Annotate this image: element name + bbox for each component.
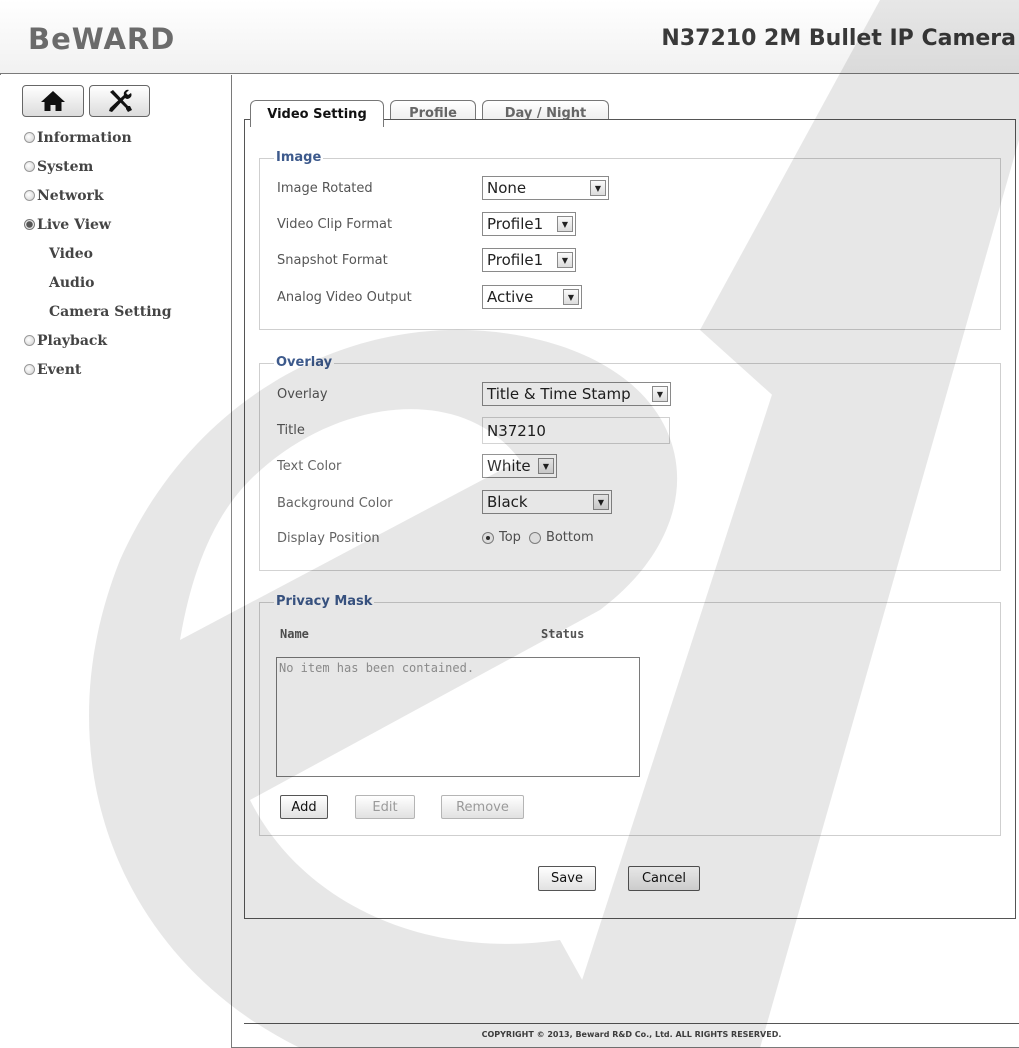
edit-button[interactable]: Edit xyxy=(355,795,415,819)
sidebar-item-label: Live View xyxy=(37,216,111,233)
sidebar-item-label: Event xyxy=(37,361,82,378)
sidebar-item-label: System xyxy=(37,158,94,175)
sidebar-subitem-camera-setting[interactable]: Camera Setting xyxy=(24,297,172,326)
sidebar-item-system[interactable]: System xyxy=(24,152,172,181)
chevron-down-icon: ▼ xyxy=(652,386,668,402)
chevron-down-icon: ▼ xyxy=(557,252,573,268)
sidebar: Information System Network Live View Vid… xyxy=(0,75,232,1048)
column-header-name: Name xyxy=(280,627,309,641)
chevron-down-icon: ▼ xyxy=(557,216,573,232)
brand-logo-text: BeWARD xyxy=(28,22,176,56)
sidebar-nav: Information System Network Live View Vid… xyxy=(24,123,172,384)
bullet-icon xyxy=(24,132,35,143)
image-rotated-label: Image Rotated xyxy=(277,181,373,196)
bullet-icon xyxy=(24,335,35,346)
select-value: Profile1 xyxy=(487,215,544,233)
display-position-options: Top Bottom xyxy=(482,530,594,545)
sidebar-subitem-audio[interactable]: Audio xyxy=(24,268,172,297)
video-clip-format-label: Video Clip Format xyxy=(277,217,393,232)
image-group: Image Image Rotated None ▼ Video Clip Fo… xyxy=(259,150,1001,330)
select-value: Title & Time Stamp xyxy=(487,385,631,403)
column-header-status: Status xyxy=(541,627,585,641)
overlay-legend: Overlay xyxy=(274,355,335,370)
image-legend: Image xyxy=(274,150,324,165)
select-value: Active xyxy=(487,288,534,306)
sidebar-item-label: Playback xyxy=(37,332,108,349)
position-top-label: Top xyxy=(499,530,521,545)
chevron-down-icon: ▼ xyxy=(590,180,606,196)
home-icon xyxy=(41,91,65,111)
snapshot-format-select[interactable]: Profile1 ▼ xyxy=(482,248,576,272)
cancel-button[interactable]: Cancel xyxy=(628,866,700,891)
text-color-label: Text Color xyxy=(277,459,342,474)
remove-button[interactable]: Remove xyxy=(441,795,524,819)
camera-title: N37210 2M Bullet IP Camera xyxy=(661,26,1016,51)
position-bottom-label: Bottom xyxy=(545,530,594,545)
image-rotated-select[interactable]: None ▼ xyxy=(482,176,609,200)
sidebar-item-label: Information xyxy=(37,129,132,146)
sidebar-item-event[interactable]: Event xyxy=(24,355,172,384)
chevron-down-icon: ▼ xyxy=(593,494,609,510)
background-color-label: Background Color xyxy=(277,496,393,511)
sidebar-subitem-video[interactable]: Video xyxy=(24,239,172,268)
sidebar-item-information[interactable]: Information xyxy=(24,123,172,152)
overlay-label: Overlay xyxy=(277,387,328,402)
overlay-select[interactable]: Title & Time Stamp ▼ xyxy=(482,382,671,406)
text-color-select[interactable]: White ▼ xyxy=(482,454,557,478)
footer-divider xyxy=(244,1023,1019,1024)
title-label: Title xyxy=(277,423,305,438)
overlay-group: Overlay Overlay Title & Time Stamp ▼ Tit… xyxy=(259,355,1001,571)
analog-video-output-select[interactable]: Active ▼ xyxy=(482,285,582,309)
video-clip-format-select[interactable]: Profile1 ▼ xyxy=(482,212,576,236)
copyright-text: COPYRIGHT © 2013, Beward R&D Co., Ltd. A… xyxy=(481,1030,782,1039)
privacy-mask-group: Privacy Mask Name Status No item has bee… xyxy=(259,594,1001,836)
select-value: White xyxy=(487,457,531,475)
snapshot-format-label: Snapshot Format xyxy=(277,253,388,268)
position-top-radio[interactable] xyxy=(482,531,494,544)
chevron-down-icon: ▼ xyxy=(563,289,579,305)
title-input[interactable]: N37210 xyxy=(482,417,670,444)
select-value: None xyxy=(487,179,527,197)
bullet-icon xyxy=(24,161,35,172)
sidebar-item-network[interactable]: Network xyxy=(24,181,172,210)
bullet-icon xyxy=(24,364,35,375)
select-value: Black xyxy=(487,493,528,511)
add-button[interactable]: Add xyxy=(280,795,328,819)
empty-list-text: No item has been contained. xyxy=(279,661,475,675)
select-value: Profile1 xyxy=(487,251,544,269)
bullet-icon xyxy=(24,190,35,201)
home-button[interactable] xyxy=(22,85,84,117)
bullet-selected-icon xyxy=(24,219,35,230)
background-color-select[interactable]: Black ▼ xyxy=(482,490,612,514)
tools-icon xyxy=(108,89,132,112)
analog-video-output-label: Analog Video Output xyxy=(277,290,412,305)
privacy-mask-legend: Privacy Mask xyxy=(274,594,375,609)
sidebar-item-live-view[interactable]: Live View xyxy=(24,210,172,239)
sidebar-item-label: Network xyxy=(37,187,104,204)
privacy-mask-list[interactable]: No item has been contained. xyxy=(276,657,640,777)
settings-button[interactable] xyxy=(89,85,150,117)
position-bottom-radio[interactable] xyxy=(528,531,541,544)
display-position-label: Display Position xyxy=(277,531,380,546)
header: BeWARD N37210 2M Bullet IP Camera xyxy=(0,0,1019,74)
save-button[interactable]: Save xyxy=(538,866,596,891)
tab-video-setting[interactable]: Video Setting xyxy=(250,100,384,127)
chevron-down-icon: ▼ xyxy=(538,458,554,474)
brand-logo: BeWARD xyxy=(28,22,175,56)
sidebar-item-playback[interactable]: Playback xyxy=(24,326,172,355)
